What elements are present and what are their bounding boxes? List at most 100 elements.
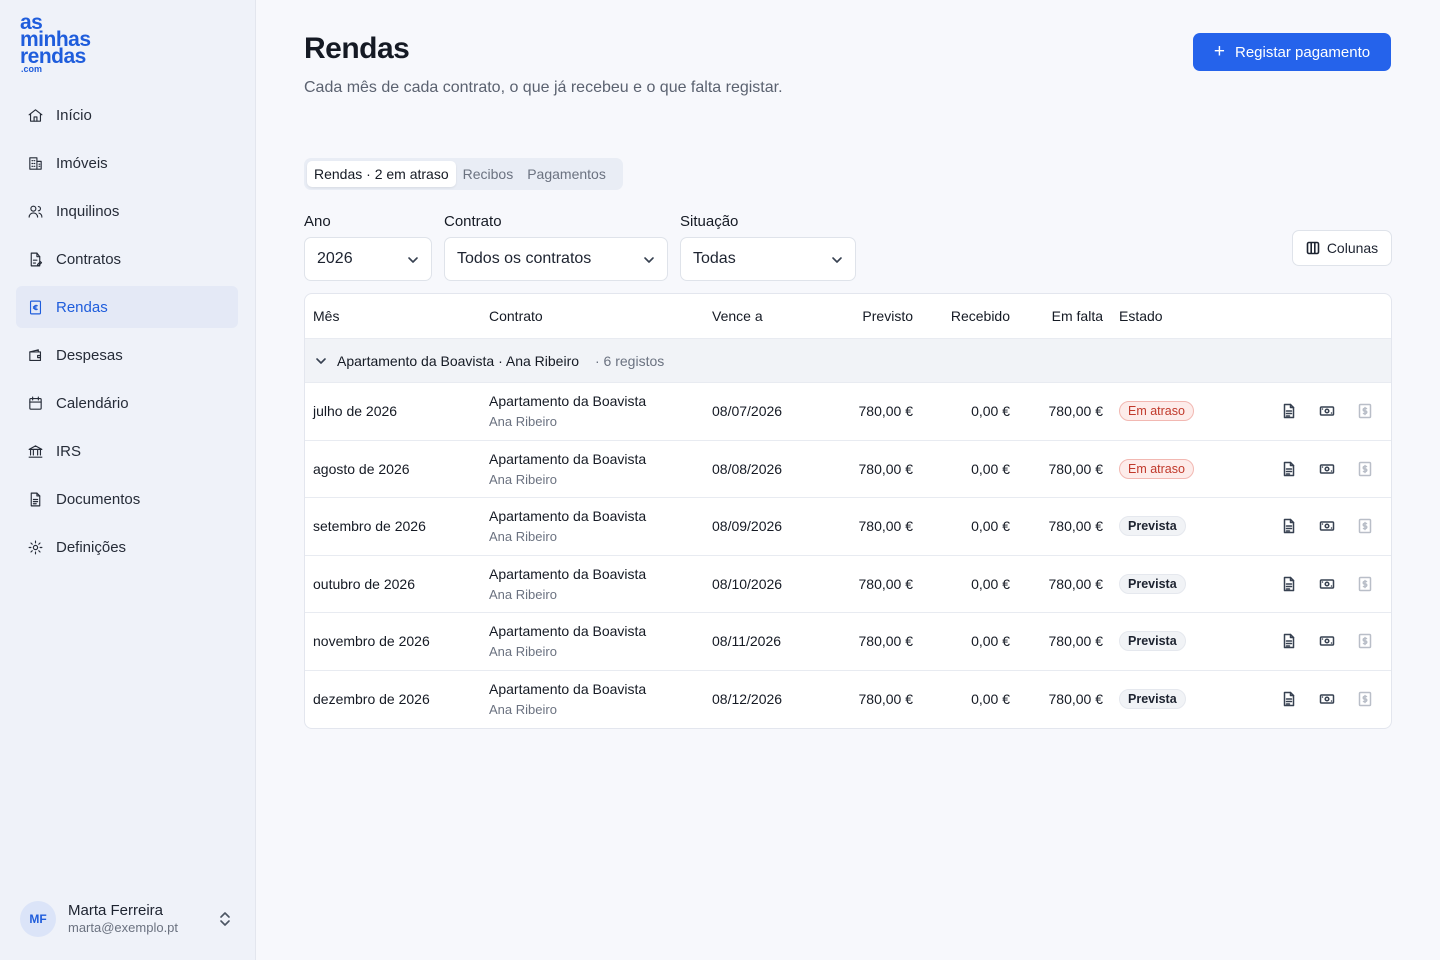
sidebar-item-imoveis[interactable]: Imóveis — [16, 142, 238, 184]
brand-line-3: rendas — [20, 45, 86, 68]
cell-previsto: 780,00 € — [858, 518, 914, 534]
cell-vence: 08/10/2026 — [712, 575, 783, 592]
cash-payment-icon[interactable] — [1318, 460, 1336, 478]
contract-filter-label: Contrato — [444, 213, 502, 230]
receipt-dollar-icon[interactable] — [1356, 690, 1374, 708]
receipt-dollar-icon[interactable] — [1356, 517, 1374, 535]
cash-payment-icon[interactable] — [1318, 690, 1336, 708]
sidebar-item-despesas[interactable]: Despesas — [16, 334, 238, 376]
group-count: · 6 registos — [595, 353, 665, 369]
cell-mes: agosto de 2026 — [313, 460, 410, 477]
cell-imovel: Apartamento da Boavista — [489, 450, 647, 467]
receipt-dollar-icon[interactable] — [1356, 402, 1374, 420]
receipt-document-icon[interactable] — [1280, 690, 1298, 708]
table-row[interactable]: setembro de 2026 Apartamento da Boavista… — [305, 498, 1391, 556]
sidebar-item-label: Despesas — [56, 346, 123, 364]
column-header-previsto[interactable]: Previsto — [823, 308, 913, 324]
table-row[interactable]: outubro de 2026 Apartamento da Boavista … — [305, 556, 1391, 613]
chevron-down-icon — [407, 253, 419, 265]
sidebar-item-contratos[interactable]: Contratos — [16, 238, 238, 280]
sidebar-item-label: Imóveis — [56, 154, 108, 172]
sidebar-item-rendas[interactable]: Rendas — [16, 286, 238, 328]
sidebar-item-label: Calendário — [56, 394, 129, 412]
receipt-document-icon[interactable] — [1280, 402, 1298, 420]
cell-inquilino: Ana Ribeiro — [489, 701, 557, 717]
status-select-value: Todas — [693, 250, 736, 267]
status-badge: Prevista — [1119, 516, 1186, 536]
cell-vence: 08/07/2026 — [712, 403, 783, 419]
sidebar-item-label: Contratos — [56, 250, 122, 268]
chevron-up-down-icon[interactable] — [218, 910, 232, 928]
cash-payment-icon[interactable] — [1318, 517, 1336, 535]
tab-recibos[interactable]: Recibos — [456, 161, 521, 187]
cell-recebido: 0,00 € — [971, 633, 1010, 649]
rents-table: Mês Contrato Vence a Previsto Recebido E… — [304, 293, 1392, 729]
sidebar-item-inicio[interactable]: Início — [16, 94, 238, 136]
sidebar-nav: Início Imóveis Inquilinos Contratos Rend… — [16, 94, 238, 574]
user-email: marta@exemplo.pt — [68, 920, 179, 935]
status-badge: Em atraso — [1119, 458, 1194, 479]
cash-payment-icon[interactable] — [1318, 632, 1336, 650]
tab-pagamentos[interactable]: Pagamentos — [520, 161, 613, 187]
cell-vence: 08/09/2026 — [712, 518, 783, 534]
cell-mes: julho de 2026 — [313, 403, 398, 419]
column-header-estado[interactable]: Estado — [1119, 308, 1163, 324]
tab-rendas[interactable]: Rendas · 2 em atraso — [307, 161, 456, 187]
cell-inquilino: Ana Ribeiro — [489, 471, 557, 487]
status-select[interactable]: Todas — [680, 237, 856, 281]
document-icon — [26, 490, 44, 508]
page-title: Rendas — [304, 32, 410, 65]
cell-previsto: 780,00 € — [858, 690, 914, 707]
table-row[interactable]: julho de 2026 Apartamento da Boavista An… — [305, 383, 1391, 441]
chevron-down-icon — [831, 253, 843, 265]
column-header-contrato[interactable]: Contrato — [489, 308, 543, 324]
columns-icon — [1306, 241, 1320, 255]
cell-inquilino: Ana Ribeiro — [489, 586, 557, 602]
receipt-document-icon[interactable] — [1280, 460, 1298, 478]
cell-imovel: Apartamento da Boavista — [489, 623, 647, 639]
year-select[interactable]: 2026 — [304, 237, 432, 281]
contract-select[interactable]: Todos os contratos — [444, 237, 668, 281]
register-payment-button[interactable]: + Registar pagamento — [1193, 33, 1391, 71]
table-row[interactable]: agosto de 2026 Apartamento da Boavista A… — [305, 441, 1391, 498]
column-header-mes[interactable]: Mês — [313, 308, 339, 324]
column-header-vence[interactable]: Vence a — [712, 308, 763, 324]
contract-group-header[interactable]: Apartamento da Boavista · Ana Ribeiro · … — [305, 339, 1391, 383]
year-select-value: 2026 — [317, 250, 353, 267]
column-header-falta[interactable]: Em falta — [1013, 308, 1103, 324]
receipt-dollar-icon[interactable] — [1356, 460, 1374, 478]
receipt-document-icon[interactable] — [1280, 517, 1298, 535]
sidebar-item-definicoes[interactable]: Definições — [16, 526, 238, 568]
sidebar-item-irs[interactable]: IRS — [16, 430, 238, 472]
column-header-recebido[interactable]: Recebido — [920, 308, 1010, 324]
cell-previsto: 780,00 € — [858, 460, 914, 477]
chevron-down-icon[interactable] — [315, 354, 327, 366]
status-badge: Prevista — [1119, 688, 1186, 709]
table-row[interactable]: dezembro de 2026 Apartamento da Boavista… — [305, 671, 1391, 729]
sidebar-item-inquilinos[interactable]: Inquilinos — [16, 190, 238, 232]
columns-button[interactable]: Colunas — [1292, 230, 1392, 266]
receipt-document-icon[interactable] — [1280, 632, 1298, 650]
brand-logo[interactable]: as minhas rendas .com — [20, 12, 91, 74]
cell-previsto: 780,00 € — [858, 633, 914, 649]
receipt-dollar-icon[interactable] — [1356, 632, 1374, 650]
user-menu[interactable]: MF Marta Ferreira marta@exemplo.pt — [20, 898, 240, 940]
cash-payment-icon[interactable] — [1318, 575, 1336, 593]
sidebar-item-calendario[interactable]: Calendário — [16, 382, 238, 424]
sidebar: as minhas rendas .com Início Imóveis Inq… — [0, 0, 256, 960]
cell-mes: outubro de 2026 — [313, 575, 415, 592]
receipt-document-icon[interactable] — [1280, 575, 1298, 593]
receipt-dollar-icon[interactable] — [1356, 575, 1374, 593]
bank-icon — [26, 442, 44, 460]
group-title: Apartamento da Boavista · Ana Ribeiro — [337, 353, 580, 369]
cell-falta: 780,00 € — [1048, 690, 1104, 707]
cell-mes: novembro de 2026 — [313, 633, 430, 649]
sidebar-item-documentos[interactable]: Documentos — [16, 478, 238, 520]
table-row[interactable]: novembro de 2026 Apartamento da Boavista… — [305, 613, 1391, 671]
status-filter-label: Situação — [680, 213, 739, 230]
cell-recebido: 0,00 € — [971, 690, 1010, 707]
cell-imovel: Apartamento da Boavista — [489, 508, 647, 524]
table-header: Mês Contrato Vence a Previsto Recebido E… — [305, 294, 1391, 339]
status-badge: Prevista — [1119, 573, 1186, 594]
cash-payment-icon[interactable] — [1318, 402, 1336, 420]
